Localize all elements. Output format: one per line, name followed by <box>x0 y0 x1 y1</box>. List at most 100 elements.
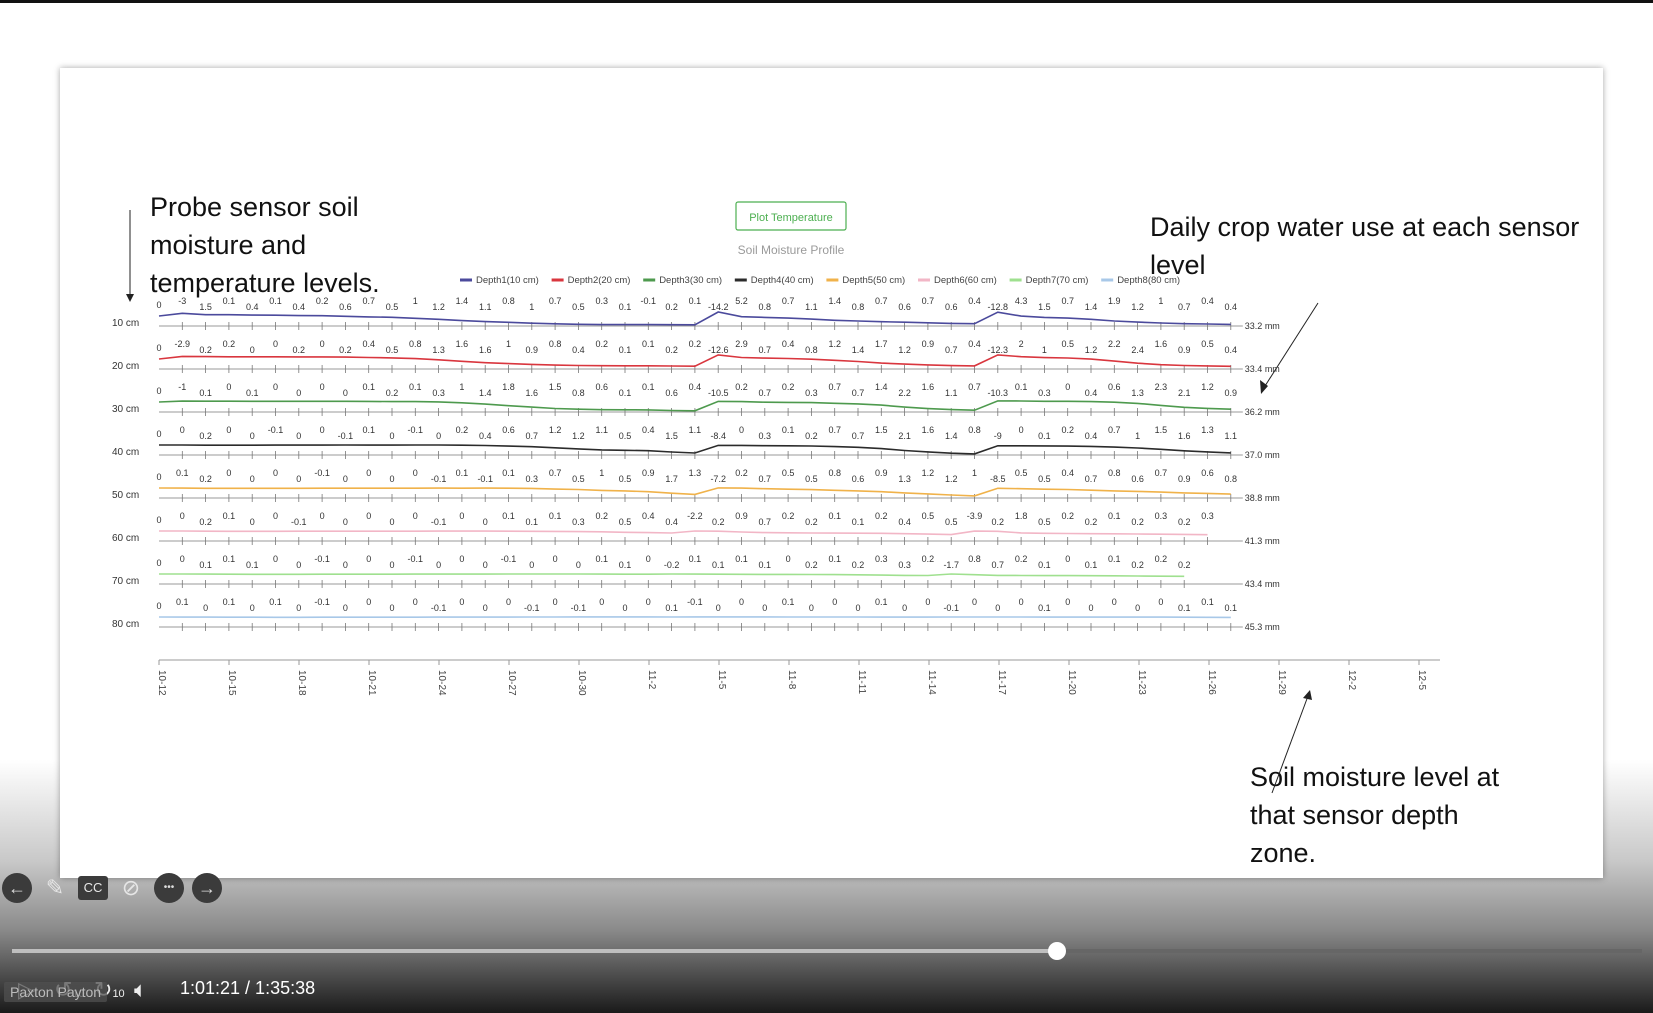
user-name-tag: Paxton Payton <box>4 982 108 1002</box>
back-arrow-icon[interactable]: ← <box>2 873 32 903</box>
daily-use-label: 0.9 <box>1178 345 1191 355</box>
daily-use-label: 1.2 <box>898 345 911 355</box>
daily-use-label: 0.1 <box>362 382 375 392</box>
daily-use-label: 0.1 <box>1038 560 1051 570</box>
pencil-icon[interactable]: ✎ <box>40 873 70 903</box>
x-tick-label: 11-23 <box>1136 670 1147 695</box>
daily-use-label: 0.1 <box>199 560 212 570</box>
daily-use-label: 0.2 <box>316 296 329 306</box>
row-label-4: 40 cm <box>112 447 139 458</box>
daily-use-label: 0.2 <box>456 425 469 435</box>
daily-use-label: 1.4 <box>852 345 865 355</box>
daily-use-label: 0 <box>226 425 231 435</box>
forward-arrow-icon[interactable]: → <box>192 873 222 903</box>
daily-use-label: 4.3 <box>1015 296 1028 306</box>
daily-use-label: 0.8 <box>968 425 981 435</box>
series-line-2 <box>158 354 1231 368</box>
daily-use-label: 1.1 <box>1225 431 1238 441</box>
daily-use-label: 0.7 <box>852 388 865 398</box>
daily-use-label: 0.1 <box>1108 554 1121 564</box>
daily-use-label: 0.2 <box>1061 511 1074 521</box>
legend-label-6: Depth6(60 cm) <box>934 275 997 286</box>
plot-temperature-label: Plot Temperature <box>749 212 833 224</box>
daily-use-label: -0.2 <box>664 560 680 570</box>
daily-use-label: 0 <box>739 597 744 607</box>
daily-use-label: 0.6 <box>502 425 515 435</box>
daily-use-label: 0.9 <box>1225 388 1238 398</box>
daily-use-label: 0 <box>203 603 208 613</box>
daily-use-label: -0.1 <box>314 554 330 564</box>
daily-use-label: 1.1 <box>479 302 492 312</box>
camera-off-icon[interactable]: ⊘ <box>116 873 146 903</box>
daily-use-label: 2.1 <box>898 431 911 441</box>
x-tick-label: 11-26 <box>1206 670 1217 695</box>
x-tick-label: 10-15 <box>226 670 237 696</box>
daily-use-label: 0 <box>343 560 348 570</box>
x-tick-label: 10-21 <box>366 670 377 696</box>
progress-knob[interactable] <box>1047 942 1066 960</box>
progress-bar[interactable] <box>12 942 1642 960</box>
series-line-5 <box>158 487 1231 497</box>
volume-icon[interactable]: 🔈︎ <box>134 977 147 1003</box>
daily-use-label: 0.3 <box>898 560 911 570</box>
daily-use-label: 0.7 <box>549 296 562 306</box>
daily-use-label: -3.9 <box>967 511 983 521</box>
daily-use-label: 1.2 <box>922 468 935 478</box>
cc-icon[interactable]: CC <box>78 876 108 900</box>
daily-use-label: 1.4 <box>479 388 492 398</box>
row-label-2: 20 cm <box>112 361 139 372</box>
daily-use-label: 0.2 <box>852 560 865 570</box>
daily-use-label: 1.2 <box>1131 302 1144 312</box>
daily-use-label: 1.1 <box>689 425 702 435</box>
more-icon[interactable]: ••• <box>154 873 184 903</box>
daily-use-label: 1.6 <box>479 345 492 355</box>
daily-use-label: 0.4 <box>968 296 981 306</box>
row-first-value-2: 0 <box>156 343 161 353</box>
daily-use-label: 0.5 <box>945 517 958 527</box>
daily-use-label: 1.5 <box>1038 302 1051 312</box>
row-end-label-2: 33.4 mm <box>1245 364 1280 374</box>
daily-use-label: 0.2 <box>665 345 678 355</box>
daily-use-label: 1.4 <box>1085 302 1098 312</box>
daily-use-label: -0.1 <box>268 425 284 435</box>
daily-use-label: 0 <box>389 560 394 570</box>
daily-use-label: 0.2 <box>199 474 212 484</box>
daily-use-label: 1.2 <box>432 302 445 312</box>
daily-use-label: 1.6 <box>1178 431 1191 441</box>
daily-use-label: 0 <box>273 382 278 392</box>
daily-use-label: 0.6 <box>898 302 911 312</box>
daily-use-label: -10.3 <box>988 388 1009 398</box>
row-end-label-5: 38.8 mm <box>1245 493 1280 503</box>
x-tick-label: 11-29 <box>1276 670 1287 695</box>
daily-use-label: 1.5 <box>1155 425 1168 435</box>
daily-use-label: 0.5 <box>386 345 399 355</box>
x-tick-label: 11-2 <box>646 670 657 690</box>
daily-use-label: 0.9 <box>922 339 935 349</box>
daily-use-label: 0 <box>483 517 488 527</box>
x-tick-label: 11-11 <box>856 670 867 695</box>
daily-use-label: 0.8 <box>549 339 562 349</box>
daily-use-label: 1.2 <box>828 339 841 349</box>
daily-use-label: 0.1 <box>269 296 282 306</box>
daily-use-label: 1 <box>599 468 604 478</box>
daily-use-label: 1.6 <box>456 339 469 349</box>
daily-use-label: 0.1 <box>712 560 725 570</box>
daily-use-label: 0.2 <box>805 560 818 570</box>
daily-use-label: 0.3 <box>572 517 585 527</box>
daily-use-label: 0 <box>366 468 371 478</box>
daily-use-label: 1.1 <box>805 302 818 312</box>
daily-use-label: 0.2 <box>1178 517 1191 527</box>
x-tick-label: 10-18 <box>296 670 307 696</box>
daily-use-label: 0.7 <box>1155 468 1168 478</box>
row-first-value-8: 0 <box>156 601 161 611</box>
daily-use-label: -12.3 <box>988 345 1009 355</box>
daily-use-label: 0.7 <box>875 296 888 306</box>
daily-use-label: -0.1 <box>431 517 447 527</box>
daily-use-label: -1 <box>178 382 186 392</box>
daily-use-label: 0.2 <box>1085 517 1098 527</box>
row-label-5: 50 cm <box>112 490 139 501</box>
daily-use-label: 1.7 <box>665 474 678 484</box>
daily-use-label: 0 <box>413 468 418 478</box>
x-tick-label: 10-27 <box>506 670 517 696</box>
daily-use-label: 0.1 <box>665 603 678 613</box>
